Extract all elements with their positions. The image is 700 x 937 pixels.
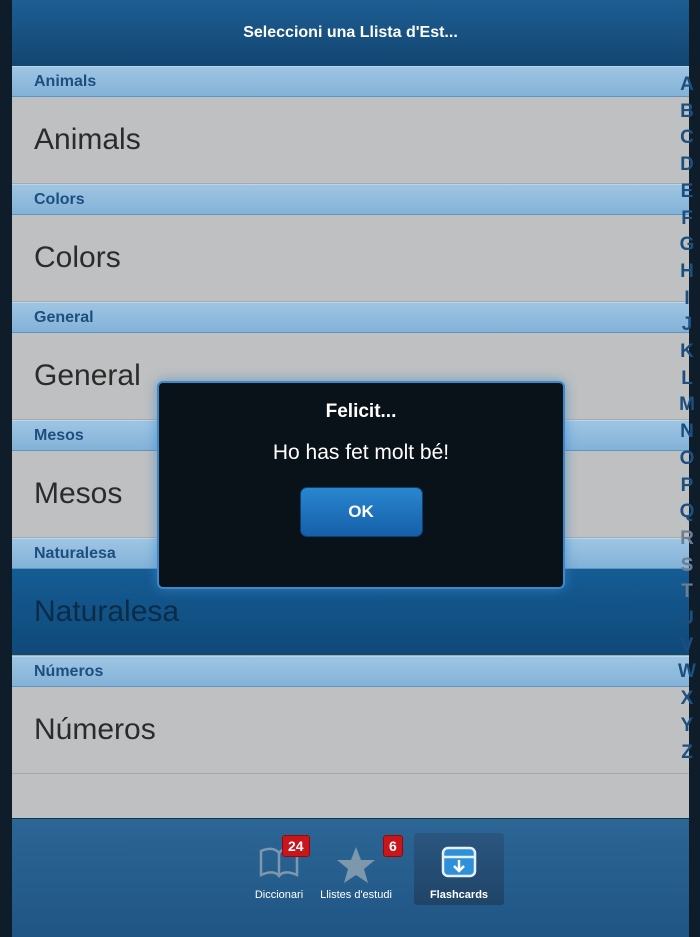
alphabet-letter-m[interactable]: M <box>679 392 695 419</box>
list-item-colors[interactable]: Colors <box>12 215 689 302</box>
alphabet-letter-k[interactable]: K <box>680 339 694 366</box>
alphabet-letter-h[interactable]: H <box>680 259 694 286</box>
section-header-label: Colors <box>34 190 85 208</box>
alphabet-letter-l[interactable]: L <box>681 366 693 393</box>
section-header-label: Números <box>34 662 104 680</box>
list-item-label: Naturalesa <box>34 595 180 628</box>
star-icon <box>335 845 377 888</box>
section-header-label: Animals <box>34 72 97 90</box>
list-item-label: Números <box>34 713 156 746</box>
alphabet-letter-c[interactable]: C <box>680 125 694 152</box>
alphabet-letter-r[interactable]: R <box>680 526 694 553</box>
tab-llistes-estudi[interactable]: 6 Llistes d'estudi <box>311 833 403 905</box>
app-frame: Seleccioni una Llista d'Est... Animals A… <box>0 0 700 937</box>
archive-box-icon <box>440 845 478 882</box>
alphabet-letter-z[interactable]: Z <box>681 740 693 767</box>
tab-label: Diccionari <box>254 889 304 901</box>
diccionari-badge: 24 <box>282 835 310 857</box>
section-header-label: General <box>34 308 94 326</box>
alphabet-letter-v[interactable]: V <box>681 633 694 660</box>
list-item-label: Colors <box>34 241 121 274</box>
alphabet-letter-x[interactable]: X <box>681 686 694 713</box>
page-title-bar: Seleccioni una Llista d'Est... <box>12 0 689 67</box>
tab-bar: 24 Diccionari 6 Llistes d'estudi Flashca… <box>12 818 689 937</box>
list-item-label: Animals <box>34 123 141 156</box>
section-header-general: General <box>12 302 689 333</box>
section-header-animals: Animals <box>12 66 689 97</box>
alphabet-letter-j[interactable]: J <box>682 312 693 339</box>
section-header-label: Mesos <box>34 426 84 444</box>
alphabet-letter-t[interactable]: T <box>681 579 693 606</box>
alphabet-letter-y[interactable]: Y <box>681 713 694 740</box>
list-item-animals[interactable]: Animals <box>12 97 689 184</box>
tab-flashcards[interactable]: Flashcards <box>414 833 504 905</box>
alphabet-letter-q[interactable]: Q <box>680 499 695 526</box>
page-title: Seleccioni una Llista d'Est... <box>243 24 458 41</box>
alphabet-letter-f[interactable]: F <box>681 206 693 233</box>
alphabet-letter-g[interactable]: G <box>680 232 695 259</box>
congratulations-dialog: Felicit... Ho has fet molt bé! OK <box>157 381 565 589</box>
list-filler <box>12 774 689 818</box>
alphabet-letter-a[interactable]: A <box>680 72 694 99</box>
alphabet-letter-b[interactable]: B <box>680 99 694 126</box>
alphabet-letter-u[interactable]: U <box>680 606 694 633</box>
list-item-label: General <box>34 359 141 392</box>
list-item-numeros[interactable]: Números <box>12 687 689 774</box>
section-header-colors: Colors <box>12 184 689 215</box>
ok-button[interactable]: OK <box>299 487 423 537</box>
dialog-title: Felicit... <box>325 401 397 422</box>
section-header-numeros: Números <box>12 656 689 687</box>
dialog-message: Ho has fet molt bé! <box>272 441 450 464</box>
alphabet-letter-s[interactable]: S <box>681 553 694 580</box>
alphabet-letter-i[interactable]: I <box>684 286 689 313</box>
alphabet-letter-o[interactable]: O <box>680 446 695 473</box>
alphabet-letter-d[interactable]: D <box>680 152 694 179</box>
llistes-badge: 6 <box>383 835 403 857</box>
alphabet-index[interactable]: ABCDEFGHIJKLMNOPQRSTUVWXYZ <box>674 66 700 818</box>
alphabet-letter-w[interactable]: W <box>678 659 696 686</box>
list-item-label: Mesos <box>34 477 123 510</box>
section-header-label: Naturalesa <box>34 544 116 562</box>
tab-label: Llistes d'estudi <box>320 889 392 901</box>
tab-label: Flashcards <box>429 889 489 901</box>
alphabet-letter-e[interactable]: E <box>681 179 694 206</box>
alphabet-letter-n[interactable]: N <box>680 419 694 446</box>
alphabet-letter-p[interactable]: P <box>681 473 694 500</box>
